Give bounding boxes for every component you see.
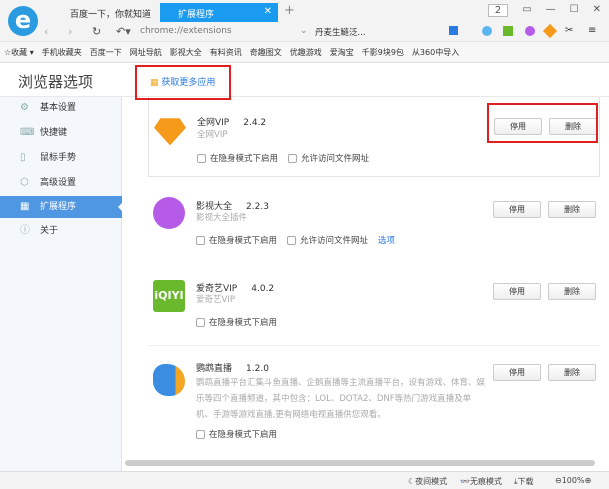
- extension-item: 影视大全 2.2.3 影视大全插件 在隐身模式下启用 允许访问文件网址 选项 停用 删…: [148, 185, 600, 257]
- bookmark-item[interactable]: 奇趣图文: [250, 47, 282, 58]
- vip-icon: [154, 118, 186, 146]
- extension-version: 1.2.0: [246, 364, 269, 374]
- tab-count-badge[interactable]: 2: [487, 4, 509, 17]
- title-bar: 百度一下，你就知道 ✕ 扩展程序 ✕ + 2 ▭ — ☐ ✕: [0, 0, 609, 22]
- page-title: 浏览器选项: [18, 73, 94, 91]
- maximize-button[interactable]: ☐: [570, 4, 579, 17]
- extension-name: 鹦鹉直播: [196, 364, 233, 374]
- highlight-box: [135, 65, 231, 100]
- incognito-checkbox[interactable]: [196, 429, 205, 439]
- extensions-icon: ▦: [20, 201, 30, 212]
- extension-description: 影视大全插件: [196, 213, 248, 223]
- disable-button[interactable]: 停用: [493, 283, 541, 300]
- refresh-button[interactable]: ↻: [92, 25, 101, 38]
- extension-item: 鹦鹉直播 1.2.0 鹦鹉直播平台汇集斗鱼直播、企鹅直播等主流直播平台，设有游戏、…: [148, 345, 600, 445]
- file-access-checkbox[interactable]: [287, 235, 297, 245]
- sidebar-item-basic[interactable]: ⚙ 基本设置: [0, 97, 122, 119]
- status-bar: ☾夜间模式 👓无痕模式 ⤓下载 ⊖100%⊕: [0, 471, 609, 489]
- parrot-icon: [153, 364, 185, 396]
- dropdown-icon[interactable]: ⌄: [300, 26, 308, 36]
- mouse-icon: ▯: [20, 152, 26, 163]
- incognito-checkbox[interactable]: [197, 153, 206, 163]
- apps-icon[interactable]: [449, 26, 458, 35]
- info-icon: ⓘ: [20, 225, 30, 236]
- horizontal-scrollbar[interactable]: [125, 460, 595, 466]
- keyboard-icon: ⌨: [20, 127, 35, 138]
- delete-button[interactable]: 删除: [548, 201, 596, 218]
- incognito-checkbox[interactable]: [196, 317, 205, 327]
- download-button[interactable]: ⤓下载: [514, 476, 534, 487]
- bookmark-item[interactable]: 千影9块9包: [362, 47, 404, 58]
- highlight-box: [487, 103, 598, 143]
- new-tab-button[interactable]: +: [284, 3, 295, 18]
- iqiyi-icon: iQIYI: [153, 280, 185, 312]
- forward-button[interactable]: ›: [68, 25, 72, 38]
- browser-logo[interactable]: e: [8, 6, 38, 36]
- tab-extensions[interactable]: 扩展程序 ✕: [160, 3, 278, 22]
- bookmark-item[interactable]: 百度一下: [90, 47, 122, 58]
- advanced-icon: ⬡: [20, 177, 29, 188]
- sidebar-item-about[interactable]: ⓘ 关于: [0, 220, 122, 242]
- minimize-button[interactable]: —: [546, 4, 556, 17]
- bookmark-item[interactable]: 影视大全: [170, 47, 202, 58]
- feedback-icon[interactable]: ▭: [522, 4, 531, 17]
- sidebar-item-extensions[interactable]: ▦ 扩展程序: [0, 196, 123, 218]
- gear-icon: ⚙: [20, 102, 29, 113]
- zoom-control[interactable]: ⊖100%⊕: [555, 476, 591, 485]
- video-extension-icon[interactable]: [525, 26, 535, 36]
- sidebar: ⚙ 基本设置 ⌨ 快捷键 ▯ 鼠标手势 ⬡ 高级设置 ▦ 扩展程序 ⓘ 关于: [0, 97, 123, 471]
- incognito-checkbox[interactable]: [196, 235, 205, 245]
- tab-label: 扩展程序: [178, 10, 215, 20]
- undo-button[interactable]: ↶▾: [116, 25, 131, 38]
- address-toolbar: ‹ › ↻ ↶▾ chrome://extensions ⌄ 丹麦生鲢泛... …: [0, 22, 609, 42]
- close-window-button[interactable]: ✕: [593, 4, 601, 17]
- sidebar-item-advanced[interactable]: ⬡ 高级设置: [0, 172, 122, 194]
- bookmark-item[interactable]: 手机收藏夹: [42, 47, 82, 58]
- bookmark-item[interactable]: 有料资讯: [210, 47, 242, 58]
- tab-label: 百度一下，你就知道: [70, 10, 152, 20]
- close-tab-icon[interactable]: ✕: [264, 6, 272, 17]
- sidebar-item-shortcuts[interactable]: ⌨ 快捷键: [0, 122, 122, 144]
- back-button[interactable]: ‹: [44, 25, 48, 38]
- bookmarks-bar: ☆收藏 ▾ 手机收藏夹 百度一下 网址导航 影视大全 有料资讯 奇趣图文 优趣游…: [0, 42, 609, 63]
- options-link[interactable]: 选项: [378, 234, 395, 246]
- delete-button[interactable]: 删除: [548, 364, 596, 381]
- night-mode-button[interactable]: ☾夜间模式: [408, 476, 447, 487]
- bookmark-item[interactable]: 网址导航: [130, 47, 162, 58]
- menu-icon[interactable]: ≡: [588, 25, 596, 36]
- bookmark-item[interactable]: 从360中导入: [412, 47, 459, 58]
- bird-extension-icon[interactable]: [482, 26, 492, 36]
- iqiyi-extension-icon[interactable]: [503, 26, 513, 36]
- delete-button[interactable]: 删除: [548, 283, 596, 300]
- vip-extension-icon[interactable]: [542, 23, 558, 39]
- disable-button[interactable]: 停用: [493, 201, 541, 218]
- bookmark-item[interactable]: ☆收藏 ▾: [4, 47, 34, 58]
- extension-description: 全网VIP: [197, 130, 228, 140]
- bookmark-item[interactable]: 爱淘宝: [330, 47, 354, 58]
- page-header: 浏览器选项 ▦ 获取更多应用: [0, 63, 609, 97]
- bookmark-item[interactable]: 优趣游戏: [290, 47, 322, 58]
- address-input[interactable]: chrome://extensions: [140, 26, 232, 36]
- disable-button[interactable]: 停用: [493, 364, 541, 381]
- scissors-icon[interactable]: ✂: [565, 25, 573, 36]
- extension-item: iQIYI 爱奇艺VIP 4.0.2 爱奇艺VIP 在隐身模式下启用 停用 删除: [148, 268, 600, 338]
- search-suggestion[interactable]: 丹麦生鲢泛...: [315, 26, 366, 38]
- sidebar-item-mouse[interactable]: ▯ 鼠标手势: [0, 147, 122, 169]
- incognito-mode-button[interactable]: 👓无痕模式: [460, 476, 502, 487]
- file-access-checkbox[interactable]: [288, 153, 298, 163]
- video-icon: [153, 197, 185, 229]
- extension-description: 鹦鹉直播平台汇集斗鱼直播、企鹅直播等主流直播平台，设有游戏、体育、娱乐等四个直播…: [196, 378, 486, 420]
- extension-description: 爱奇艺VIP: [196, 295, 235, 305]
